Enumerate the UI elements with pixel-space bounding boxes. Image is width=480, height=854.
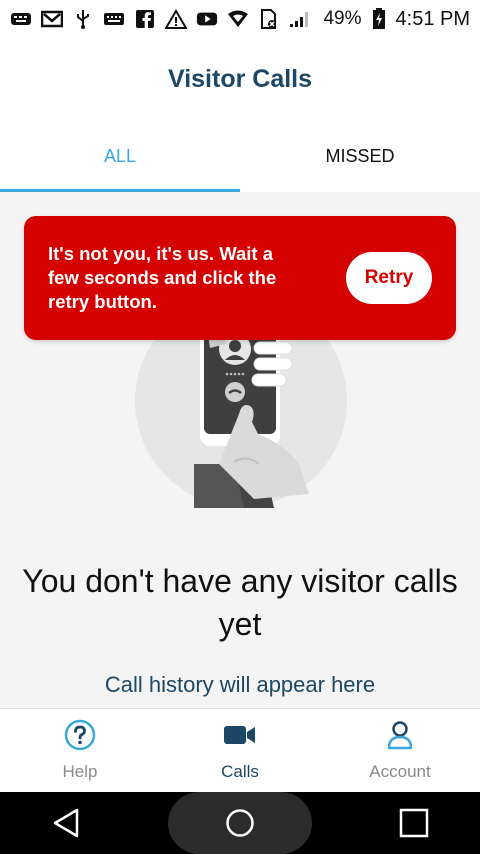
status-bar: 49% 4:51 PM [0,0,480,38]
usb-icon [72,10,94,29]
tab-bar: ALL MISSED [0,120,480,192]
youtube-icon [196,10,218,28]
app-header: Visitor Calls [0,38,480,120]
status-icons-left [10,9,311,29]
battery-charging-icon [368,8,390,29]
account-icon [384,719,416,756]
status-icons-right: 49% 4:51 PM [323,8,470,31]
nav-label-account: Account [369,762,431,781]
video-camera-icon [222,719,258,756]
home-button[interactable] [168,792,312,854]
home-circle-icon [226,809,254,837]
tab-all[interactable]: ALL [0,120,240,192]
nav-label-calls: Calls [221,762,259,781]
back-triangle-icon [53,808,79,838]
no-sim-icon [258,9,280,29]
error-message: It's not you, it's us. Wait a few second… [48,243,277,312]
clock: 4:51 PM [395,7,470,30]
nav-item-help[interactable]: Help [0,709,160,792]
back-button[interactable] [36,801,96,845]
signal-icon [289,10,311,28]
tab-missed[interactable]: MISSED [240,120,480,192]
error-banner: It's not you, it's us. Wait a few second… [24,216,456,340]
empty-state-subtitle: Call history will appear here [104,672,376,697]
battery-percent: 49% [323,8,362,29]
help-icon [64,719,96,756]
recents-square-icon [399,808,429,838]
retry-button[interactable]: Retry [346,252,432,304]
empty-state-title: You don't have any visitor calls yet [22,563,458,642]
nav-item-account[interactable]: Account [320,709,480,792]
recents-button[interactable] [384,801,444,845]
keyboard-icon [10,10,32,28]
keyboard-icon [103,10,125,28]
facebook-icon [134,10,156,28]
page-title: Visitor Calls [167,64,313,93]
wifi-icon [227,10,249,28]
nav-item-calls[interactable]: Calls [160,709,320,792]
gmail-icon [41,10,63,28]
bottom-nav: Help Calls Account [0,708,480,792]
warning-icon [165,9,187,29]
nav-label-help: Help [62,762,98,781]
system-nav-bar [0,792,480,854]
